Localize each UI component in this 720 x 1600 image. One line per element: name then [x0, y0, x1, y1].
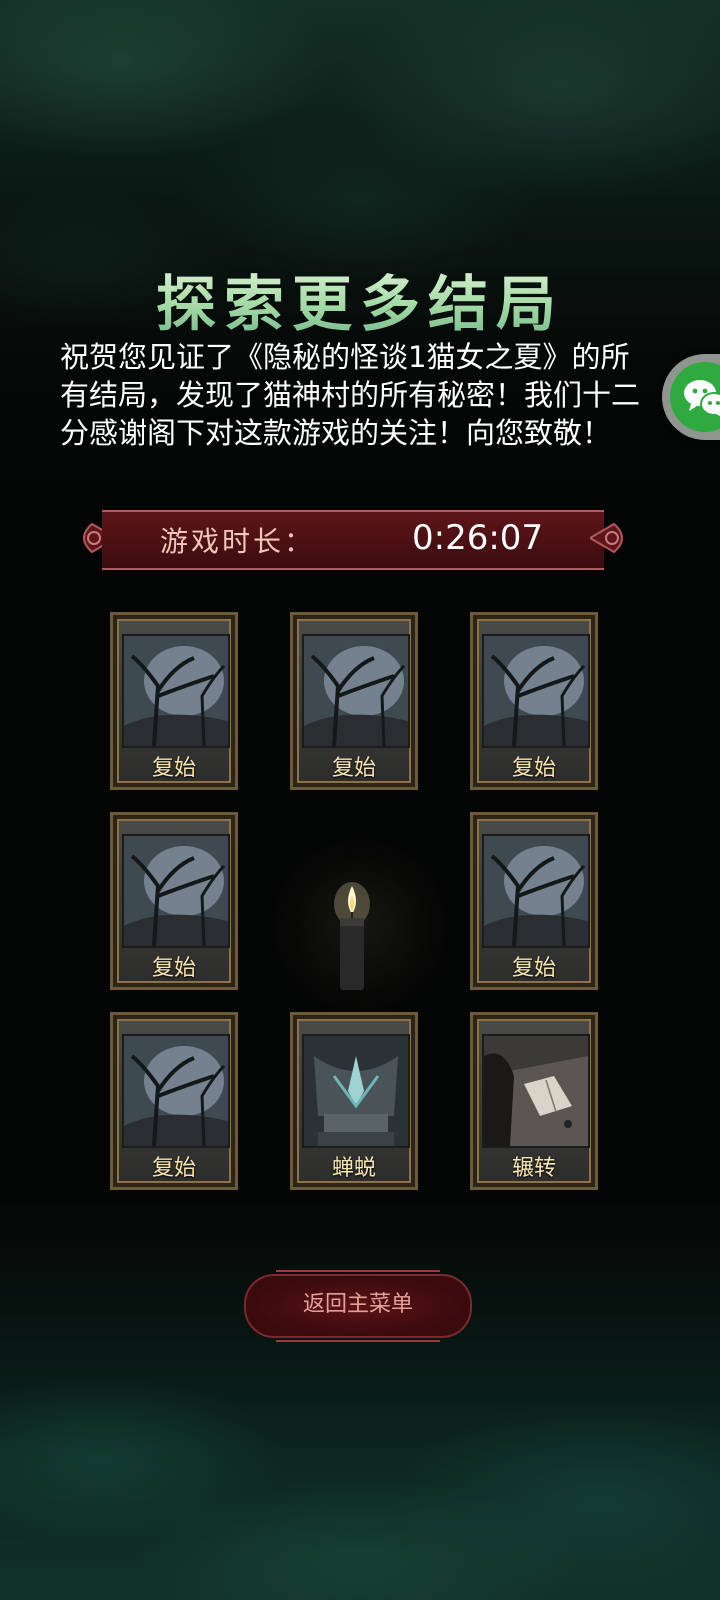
background-smoke-bottom	[0, 1180, 720, 1600]
playtime-label: 游戏时长：	[160, 525, 316, 558]
wechat-icon	[670, 362, 720, 432]
ending-label: 复始	[511, 756, 556, 781]
ending-label: 复始	[331, 756, 376, 781]
ending-card[interactable]: 复始	[470, 612, 598, 790]
candle-icon	[334, 882, 370, 990]
ending-card[interactable]: 辗转	[470, 1012, 598, 1190]
playtime-banner: 游戏时长： 0:26:07	[72, 506, 634, 570]
ending-label: 复始	[511, 956, 556, 981]
ending-label: 蝉蜕	[331, 1156, 376, 1181]
forest-art	[122, 1034, 230, 1148]
ending-card[interactable]: 复始	[470, 812, 598, 990]
ending-card[interactable]: 复始	[290, 612, 418, 790]
ending-label: 辗转	[511, 1156, 556, 1181]
ending-card[interactable]: 复始	[110, 1012, 238, 1190]
ending-label: 复始	[151, 1156, 196, 1181]
banner-right-ornament	[590, 522, 623, 554]
forest-art	[122, 634, 230, 748]
throne-art	[302, 1034, 410, 1148]
book-art	[482, 1034, 590, 1148]
wechat-share-button[interactable]	[662, 354, 720, 440]
congratulation-message: 祝贺您见证了《隐秘的怪谈1猫女之夏》的所有结局，发现了猫神村的所有秘密！我们十二…	[60, 340, 641, 450]
ending-label: 复始	[151, 956, 196, 981]
forest-art	[482, 834, 590, 948]
ending-card[interactable]: 复始	[110, 812, 238, 990]
forest-art	[302, 634, 410, 748]
return-main-menu-button[interactable]: 返回主菜单	[244, 1270, 472, 1342]
candle-area	[256, 816, 464, 1016]
page-title: 探索更多结局	[0, 256, 720, 343]
forest-art	[122, 834, 230, 948]
ending-card[interactable]: 复始	[110, 612, 238, 790]
ending-label: 复始	[151, 756, 196, 781]
playtime-value: 0:26:07	[412, 518, 544, 558]
forest-art	[482, 634, 590, 748]
ending-card[interactable]: 蝉蜕	[290, 1012, 418, 1190]
